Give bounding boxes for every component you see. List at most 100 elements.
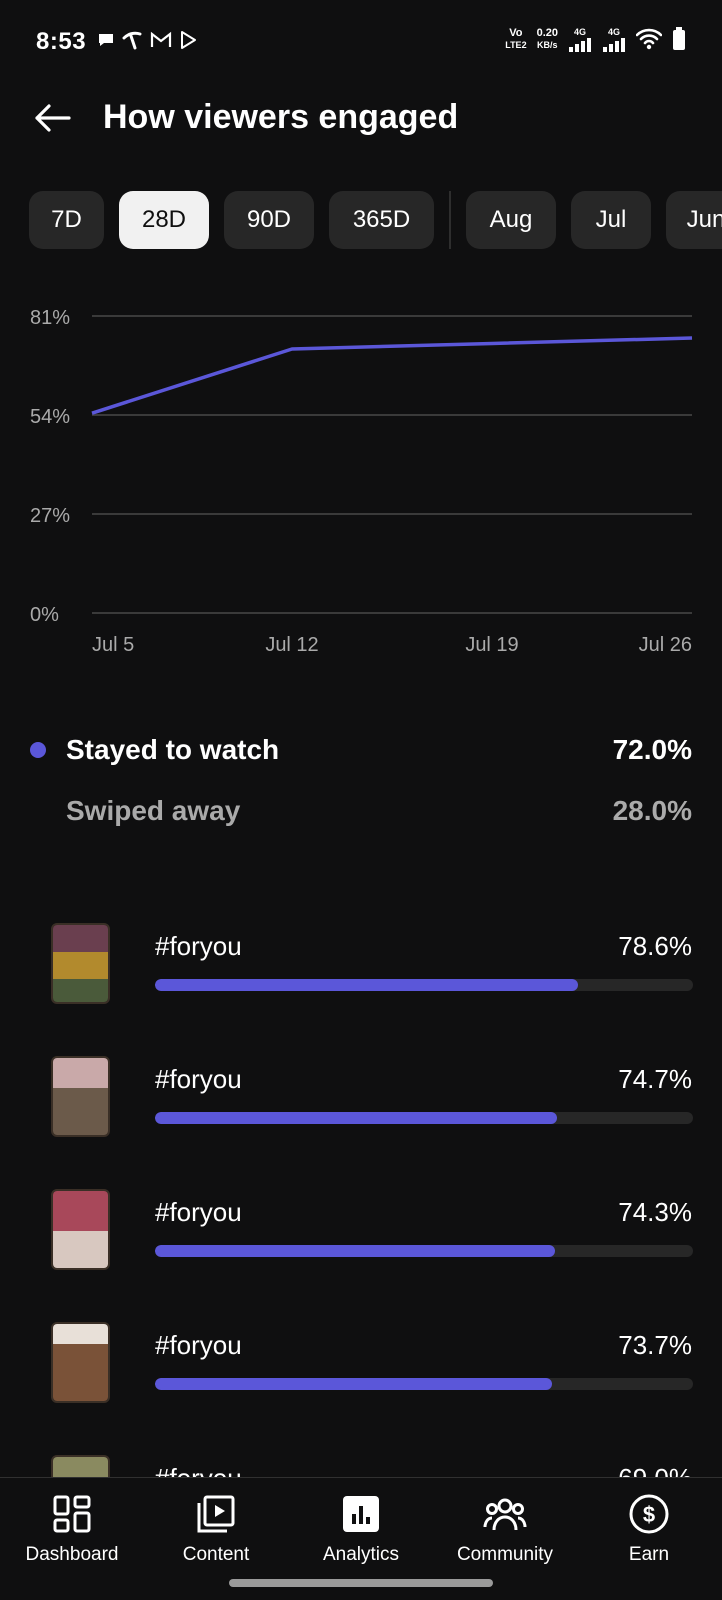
volte-top: Vo bbox=[509, 27, 523, 39]
retention-bar bbox=[155, 979, 693, 991]
chip-aug[interactable]: Aug bbox=[466, 191, 556, 249]
chat-bubble-icon bbox=[99, 34, 113, 46]
network-speed: 0.20 KB/s bbox=[537, 27, 558, 51]
retention-bar-fill bbox=[155, 1378, 552, 1390]
nav-earn[interactable]: $ Earn bbox=[584, 1492, 714, 1572]
video-title: #foryou bbox=[155, 1197, 242, 1227]
retention-bar bbox=[155, 1245, 693, 1257]
chip-jun[interactable]: Jun bbox=[666, 191, 722, 249]
svg-text:$: $ bbox=[643, 1502, 655, 1527]
nav-label: Analytics bbox=[322, 1544, 400, 1565]
summary-value: 72.0% bbox=[612, 734, 692, 765]
x-tick-label: Jul 26 bbox=[639, 634, 692, 656]
status-time: 8:53 bbox=[36, 28, 87, 55]
chip-7d[interactable]: 7D bbox=[29, 191, 104, 249]
video-thumbnail bbox=[51, 1056, 110, 1137]
page-title: How viewers engaged bbox=[103, 98, 459, 136]
net-type-2: 4G bbox=[607, 27, 620, 37]
nav-label: Dashboard bbox=[25, 1544, 119, 1565]
retention-bar-fill bbox=[155, 1245, 555, 1257]
retention-bar-fill bbox=[155, 979, 578, 991]
series-line bbox=[91, 336, 693, 415]
series-color-dot bbox=[30, 742, 46, 758]
y-tick-label: 0% bbox=[30, 604, 59, 626]
summary-swiped: Swiped away 28.0% bbox=[0, 787, 722, 837]
video-thumbnail bbox=[51, 923, 110, 1004]
chip-label: 365D bbox=[352, 206, 411, 233]
chip-label: Aug bbox=[489, 206, 533, 233]
retention-bar bbox=[155, 1112, 693, 1124]
screen: 8:53 Vo LTE2 0.20 KB/s 4G 4G How viewers… bbox=[0, 0, 722, 1600]
video-row[interactable]: #foryou 74.7% bbox=[0, 1056, 722, 1152]
retention-bar-fill bbox=[155, 1112, 557, 1124]
signal-bars-icon bbox=[569, 38, 591, 52]
x-tick-label: Jul 5 bbox=[92, 634, 134, 656]
telenor-icon bbox=[122, 31, 142, 50]
notification-icons bbox=[96, 30, 198, 50]
video-title: #foryou bbox=[155, 1330, 242, 1360]
signal-2: 4G bbox=[602, 26, 626, 52]
x-tick-label: Jul 12 bbox=[265, 634, 318, 656]
gmail-icon bbox=[150, 31, 172, 47]
nav-label: Earn bbox=[628, 1544, 670, 1565]
video-percent: 73.7% bbox=[618, 1330, 692, 1360]
chip-label: Jul bbox=[595, 206, 627, 233]
earn-icon: $ bbox=[627, 1492, 671, 1536]
nav-analytics[interactable]: Analytics bbox=[296, 1492, 426, 1572]
status-bar: 8:53 Vo LTE2 0.20 KB/s 4G 4G bbox=[0, 0, 722, 84]
y-tick-label: 27% bbox=[30, 505, 70, 527]
chip-label: Jun bbox=[686, 206, 722, 233]
summary-label: Swiped away bbox=[66, 795, 241, 826]
video-row[interactable]: #foryou 78.6% bbox=[0, 923, 722, 1019]
engagement-line-chart: 81% 54% 27% 0% Jul 5 Jul 12 Jul 19 Jul 26 bbox=[30, 307, 693, 656]
volte-bottom: LTE2 bbox=[505, 40, 527, 50]
chip-jul[interactable]: Jul bbox=[571, 191, 651, 249]
summary-label: Stayed to watch bbox=[66, 734, 280, 765]
net-type-1: 4G bbox=[573, 27, 586, 37]
back-button[interactable] bbox=[28, 94, 76, 142]
date-range-chips: 7D 28D 90D 365D Aug Jul Jun bbox=[29, 191, 722, 249]
signal-bars-icon bbox=[603, 38, 625, 52]
chip-divider bbox=[449, 191, 451, 249]
video-row[interactable]: #foryou 74.3% bbox=[0, 1189, 722, 1285]
status-right: Vo LTE2 0.20 KB/s 4G 4G bbox=[505, 26, 686, 52]
chip-label: 28D bbox=[141, 206, 187, 233]
nav-label: Community bbox=[456, 1544, 554, 1565]
video-percent: 74.7% bbox=[618, 1064, 692, 1094]
volte-indicator: Vo LTE2 bbox=[505, 27, 526, 51]
wifi-icon bbox=[636, 28, 662, 50]
dashboard-icon bbox=[50, 1492, 94, 1536]
community-icon bbox=[483, 1492, 527, 1536]
y-tick-label: 54% bbox=[30, 406, 70, 428]
summary-value: 28.0% bbox=[612, 795, 692, 826]
chip-90d[interactable]: 90D bbox=[224, 191, 314, 249]
home-indicator[interactable] bbox=[229, 1579, 493, 1587]
nav-label: Content bbox=[182, 1544, 250, 1565]
speed-value: 0.20 bbox=[536, 27, 558, 39]
y-tick-label: 81% bbox=[30, 307, 70, 329]
video-title: #foryou bbox=[155, 931, 242, 961]
retention-bar bbox=[155, 1378, 693, 1390]
arrow-left-icon bbox=[35, 104, 71, 132]
summary-stayed: Stayed to watch 72.0% bbox=[0, 726, 722, 776]
video-thumbnail bbox=[51, 1189, 110, 1270]
nav-content[interactable]: Content bbox=[151, 1492, 281, 1572]
video-title: #foryou bbox=[155, 1064, 242, 1094]
header: How viewers engaged bbox=[0, 84, 722, 156]
x-tick-label: Jul 19 bbox=[465, 634, 518, 656]
video-thumbnail bbox=[51, 1322, 110, 1403]
engagement-chart: 81% 54% 27% 0% Jul 5 Jul 12 Jul 19 Jul 26 bbox=[0, 300, 722, 680]
chip-label: 90D bbox=[246, 206, 292, 233]
video-percent: 74.3% bbox=[618, 1197, 692, 1227]
analytics-icon bbox=[339, 1492, 383, 1536]
chip-label: 7D bbox=[51, 206, 82, 233]
signal-1: 4G bbox=[568, 26, 592, 52]
nav-community[interactable]: Community bbox=[440, 1492, 570, 1572]
content-icon bbox=[194, 1492, 238, 1536]
play-store-icon bbox=[181, 31, 196, 49]
video-row[interactable]: #foryou 73.7% bbox=[0, 1322, 722, 1418]
video-percent: 78.6% bbox=[618, 931, 692, 961]
nav-dashboard[interactable]: Dashboard bbox=[7, 1492, 137, 1572]
chip-28d[interactable]: 28D bbox=[119, 191, 209, 249]
chip-365d[interactable]: 365D bbox=[329, 191, 434, 249]
